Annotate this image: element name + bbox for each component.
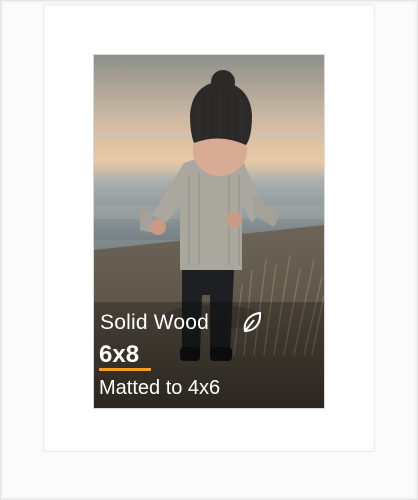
leaf-icon — [241, 311, 263, 335]
material-label: Solid Wood — [100, 311, 210, 334]
size-label: 6x8 — [99, 341, 140, 368]
matted-label: Matted to 4x6 — [99, 377, 221, 399]
size-underline — [99, 368, 151, 371]
